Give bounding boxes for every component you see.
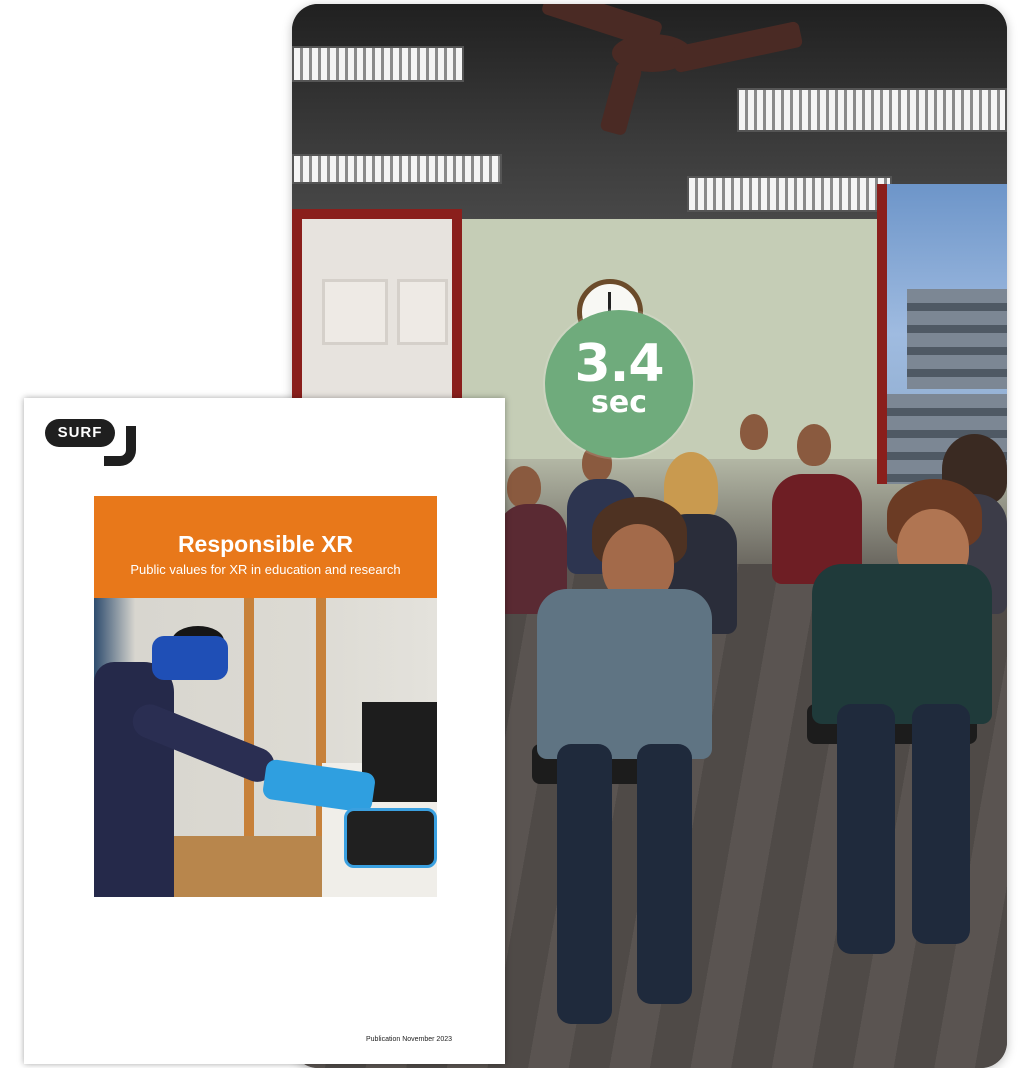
audience-body bbox=[812, 564, 992, 724]
report-title: Responsible XR bbox=[177, 531, 354, 557]
equipment-case bbox=[344, 808, 437, 868]
audience-leg bbox=[912, 704, 970, 944]
audience-leg bbox=[837, 704, 895, 954]
vr-headset bbox=[152, 636, 228, 680]
timer-unit: sec bbox=[591, 385, 647, 420]
audience-body bbox=[537, 589, 712, 759]
ceiling-light bbox=[737, 88, 1007, 132]
timer-value: 3.4 bbox=[574, 334, 664, 394]
publication-date: Publication November 2023 bbox=[366, 1036, 452, 1043]
countdown-timer-badge: 3.4 sec bbox=[545, 310, 693, 458]
cover-photo bbox=[94, 598, 437, 897]
building bbox=[907, 289, 1007, 389]
audience-leg bbox=[557, 744, 612, 1024]
vr-user bbox=[94, 662, 174, 897]
audience-leg bbox=[637, 744, 692, 1004]
ceiling-light bbox=[687, 176, 892, 212]
surf-logo: SURF bbox=[45, 419, 115, 447]
audience-head bbox=[797, 424, 831, 466]
door-window bbox=[292, 209, 462, 409]
audience-head bbox=[740, 414, 768, 450]
audience-head bbox=[507, 466, 541, 508]
report-subtitle: Public values for XR in education and re… bbox=[130, 562, 401, 577]
ceiling-light bbox=[292, 154, 502, 184]
title-banner: Responsible XR Public values for XR in e… bbox=[94, 496, 437, 598]
ceiling-light bbox=[292, 46, 464, 82]
door-panel bbox=[322, 279, 388, 345]
report-cover: SURF Responsible XR Public values for XR… bbox=[24, 398, 505, 1064]
door-panel bbox=[397, 279, 448, 345]
door-frame bbox=[244, 598, 254, 838]
